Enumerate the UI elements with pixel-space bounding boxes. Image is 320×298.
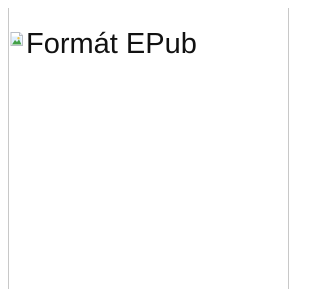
image-alt-text: Formát EPub xyxy=(26,28,197,60)
broken-image: Formát EPub xyxy=(9,27,197,61)
image-frame: Formát EPub xyxy=(8,8,289,289)
broken-image-icon xyxy=(9,31,25,47)
